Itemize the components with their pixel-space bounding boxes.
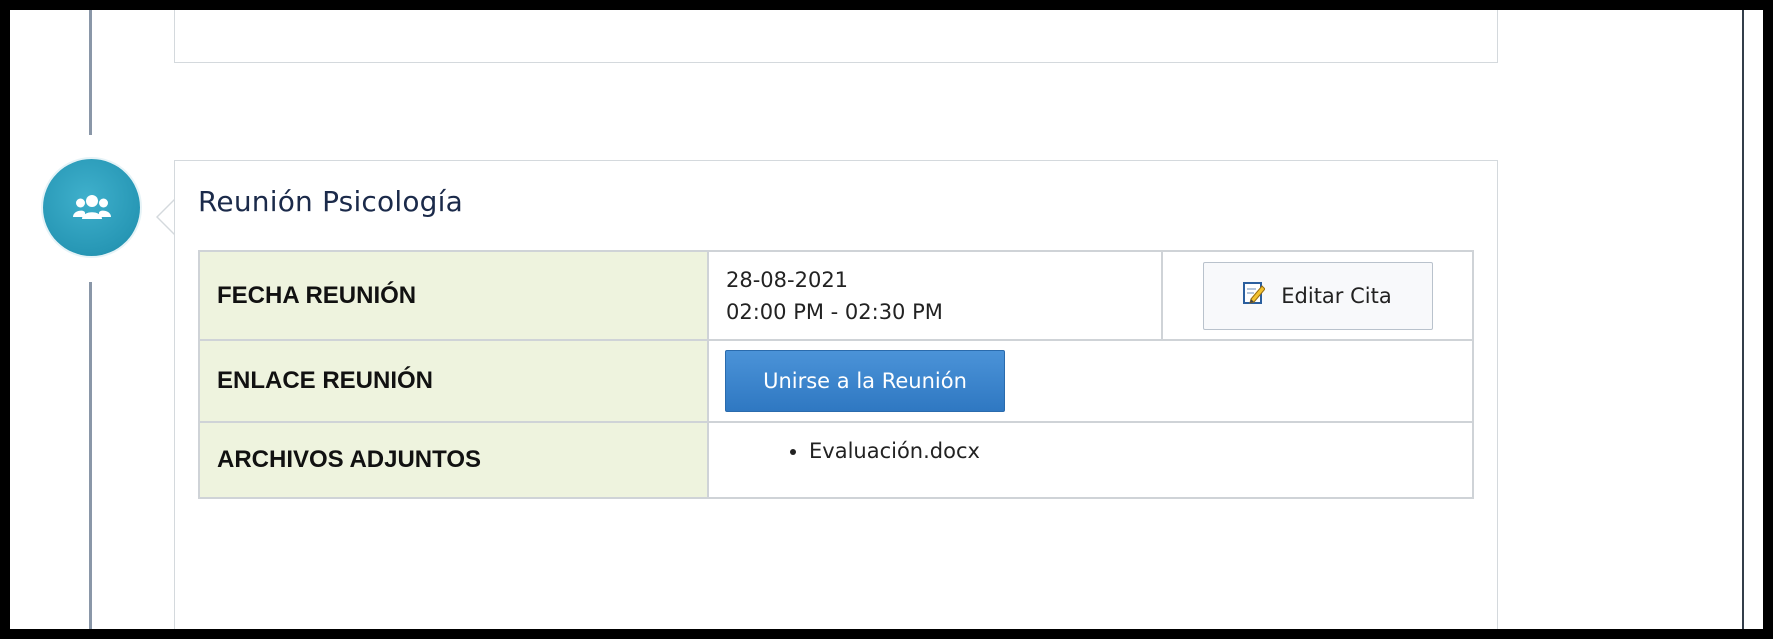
edit-note-icon (1243, 281, 1266, 310)
meeting-time: 02:00 PM - 02:30 PM (726, 299, 943, 324)
edit-button-label: Editar Cita (1281, 283, 1392, 308)
table-row: FECHA REUNIÓN 28-08-2021 02:00 PM - 02:3… (198, 250, 1474, 341)
meeting-card: Reunión Psicología FECHA REUNIÓN 28-08-2… (174, 160, 1498, 629)
timeline-line (89, 10, 92, 135)
link-value: Unirse a la Reunión (707, 339, 1474, 423)
event-badge (43, 159, 140, 256)
card-pointer (156, 198, 176, 236)
meeting-details-table: FECHA REUNIÓN 28-08-2021 02:00 PM - 02:3… (198, 250, 1474, 499)
attachments-list: Evaluación.docx (709, 437, 1472, 465)
previous-event-card (174, 10, 1498, 63)
link-label: ENLACE REUNIÓN (198, 339, 709, 423)
timeline-line (89, 282, 92, 629)
date-value: 28-08-2021 02:00 PM - 02:30 PM (707, 250, 1163, 341)
attachments-value: Evaluación.docx (707, 421, 1474, 499)
meeting-title: Reunión Psicología (198, 185, 463, 218)
edit-cell: Editar Cita (1161, 250, 1474, 341)
table-row: ARCHIVOS ADJUNTOS Evaluación.docx (198, 421, 1474, 499)
divider (1742, 10, 1744, 629)
attachments-label: ARCHIVOS ADJUNTOS (198, 421, 709, 499)
table-row: ENLACE REUNIÓN Unirse a la Reunión (198, 339, 1474, 423)
date-label: FECHA REUNIÓN (198, 250, 709, 341)
page-frame: Reunión Psicología FECHA REUNIÓN 28-08-2… (10, 10, 1763, 629)
join-meeting-button[interactable]: Unirse a la Reunión (725, 350, 1005, 412)
meeting-date: 28-08-2021 (726, 267, 849, 292)
group-users-icon (72, 193, 111, 223)
attachment-link[interactable]: Evaluación.docx (809, 437, 1472, 465)
edit-appointment-button[interactable]: Editar Cita (1202, 261, 1433, 330)
